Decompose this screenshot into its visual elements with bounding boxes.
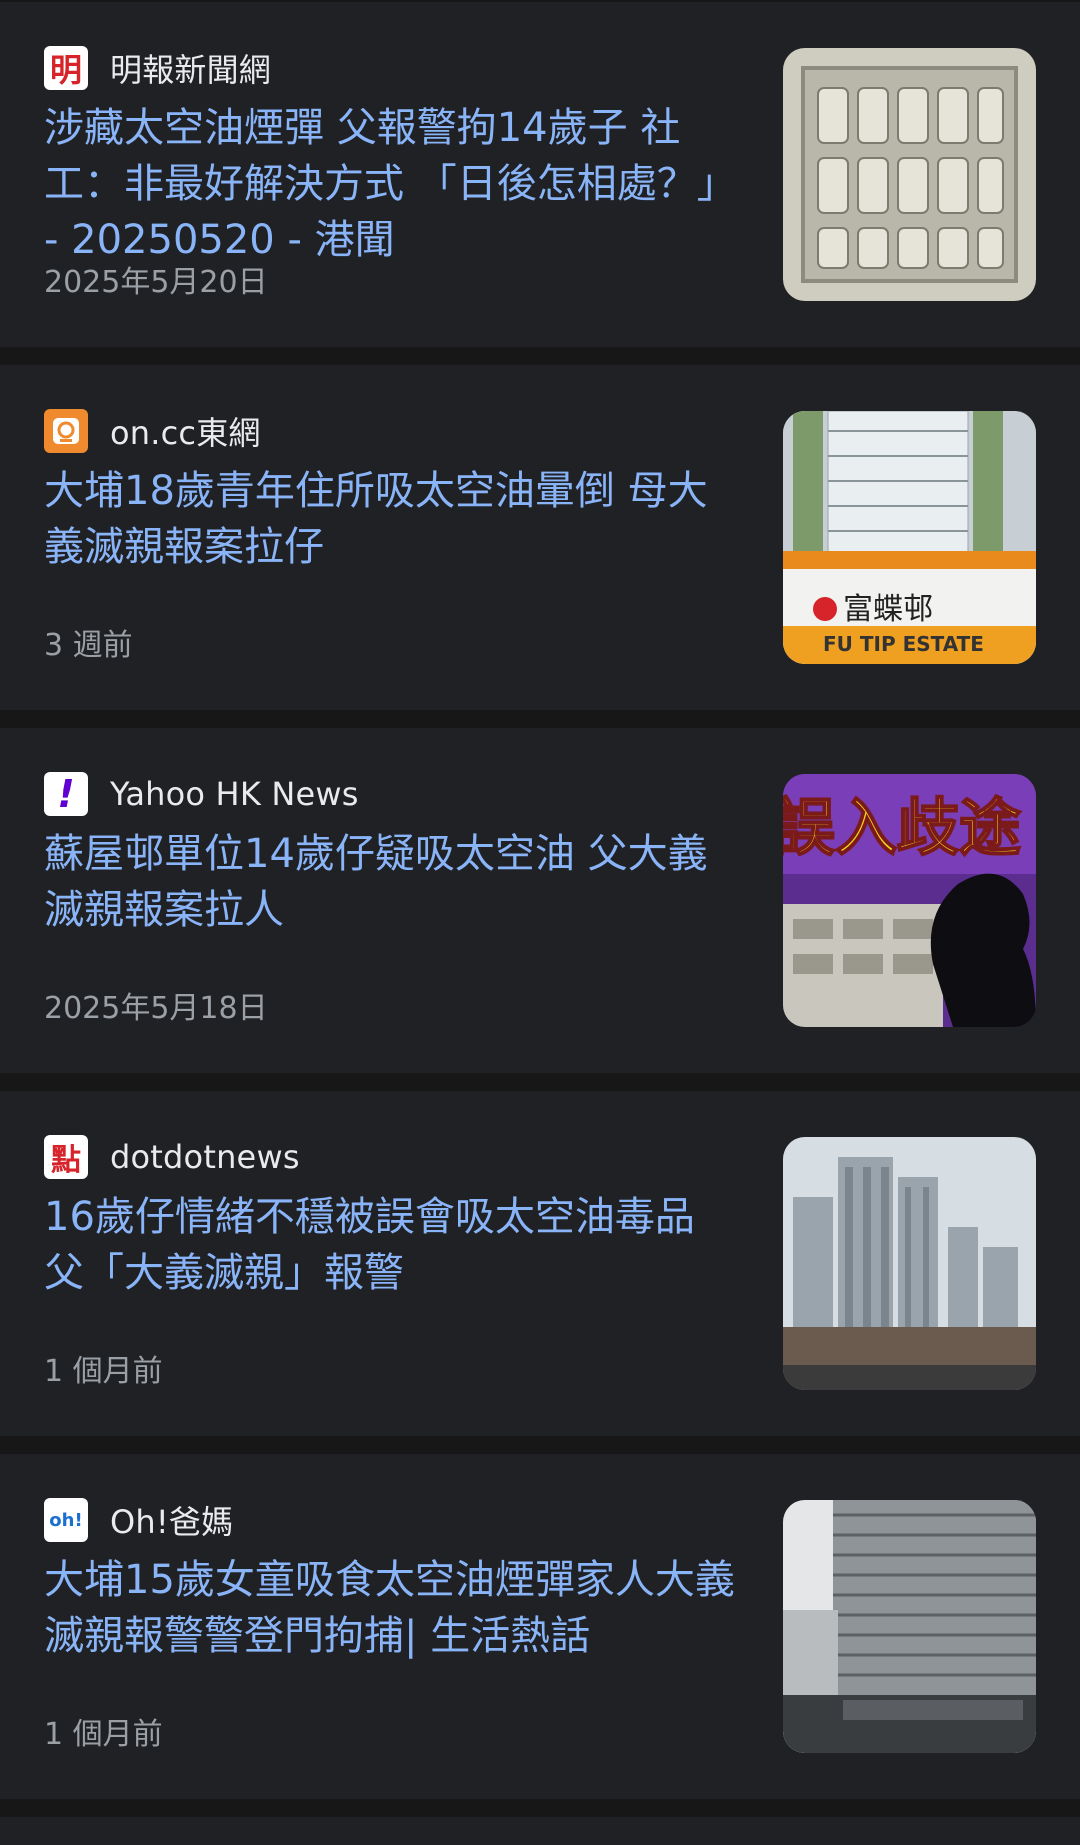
- divider: [0, 1073, 1080, 1091]
- graphic-headline: 誤入歧途: [783, 791, 1021, 864]
- thumbnail-image: [783, 1137, 1036, 1390]
- card-text: 明 明報新聞網 涉藏太空油煙彈 父報警拘14歲子 社工：非最好解決方式 「日後怎…: [44, 46, 744, 268]
- source-row: on.cc東網: [44, 409, 744, 453]
- yahoo-logo-icon: !: [44, 772, 88, 816]
- news-card[interactable]: oh! Oh!爸媽 大埔15歲女童吸食太空油煙彈家人大義滅親報警警登門拘捕| 生…: [0, 1454, 1080, 1799]
- thumbnail-image: [783, 1500, 1036, 1753]
- headline-link[interactable]: 涉藏太空油煙彈 父報警拘14歲子 社工：非最好解決方式 「日後怎相處？」 - 2…: [44, 100, 744, 268]
- timestamp: 2025年5月18日: [44, 991, 268, 1026]
- thumbnail-image: [783, 48, 1036, 301]
- sign-chinese: 富蝶邨: [843, 592, 933, 627]
- source-name: on.cc東網: [110, 414, 261, 452]
- oncc-logo-mark: [53, 418, 79, 444]
- card-text: oh! Oh!爸媽 大埔15歲女童吸食太空油煙彈家人大義滅親報警警登門拘捕| 生…: [44, 1498, 744, 1664]
- ohpama-logo-icon: oh!: [44, 1498, 88, 1542]
- divider: [0, 1436, 1080, 1454]
- headline-link[interactable]: 大埔18歲青年住所吸太空油暈倒 母大義滅親報案拉仔: [44, 463, 744, 575]
- source-row: oh! Oh!爸媽: [44, 1498, 744, 1542]
- source-name: 明報新聞網: [110, 51, 272, 89]
- card-text: 點 dotdotnews 16歲仔情緒不穩被誤會吸太空油毒品 父「大義滅親」報警: [44, 1135, 744, 1301]
- residential-towers-photo[interactable]: [783, 1137, 1036, 1390]
- headline-link[interactable]: 大埔15歲女童吸食太空油煙彈家人大義滅親報警警登門拘捕| 生活熱話: [44, 1552, 744, 1664]
- thumbnail-image: 富蝶邨 FU TIP ESTATE: [783, 411, 1036, 664]
- timestamp: 1 個月前: [44, 1354, 163, 1389]
- news-graphic-photo[interactable]: 誤入歧途: [783, 774, 1036, 1027]
- source-row: ! Yahoo HK News: [44, 772, 744, 816]
- logo-glyph: 點: [51, 1143, 81, 1178]
- card-text: on.cc東網 大埔18歲青年住所吸太空油暈倒 母大義滅親報案拉仔: [44, 409, 744, 575]
- source-name: Yahoo HK News: [110, 775, 359, 813]
- source-name: dotdotnews: [110, 1138, 300, 1176]
- news-card[interactable]: 點 dotdotnews 16歲仔情緒不穩被誤會吸太空油毒品 父「大義滅親」報警…: [0, 1091, 1080, 1436]
- logo-glyph: oh!: [49, 1509, 83, 1531]
- logo-glyph: 明: [49, 51, 82, 89]
- thumbnail-image: 誤入歧途: [783, 774, 1036, 1027]
- news-card[interactable]: on.cc東網 大埔18歲青年住所吸太空油暈倒 母大義滅親報案拉仔 3 週前 富…: [0, 365, 1080, 710]
- logo-glyph: !: [57, 772, 75, 816]
- seized-vape-cartridges-photo[interactable]: [783, 48, 1036, 301]
- news-card[interactable]: 明 明報新聞網 涉藏太空油煙彈 父報警拘14歲子 社工：非最好解決方式 「日後怎…: [0, 2, 1080, 347]
- timestamp: 3 週前: [44, 628, 133, 663]
- timestamp: 1 個月前: [44, 1717, 163, 1752]
- news-feed: 明 明報新聞網 涉藏太空油煙彈 父報警拘14歲子 社工：非最好解決方式 「日後怎…: [0, 0, 1080, 1817]
- source-row: 明 明報新聞網: [44, 46, 744, 90]
- news-card[interactable]: ! Yahoo HK News 蘇屋邨單位14歲仔疑吸太空油 父大義滅親報案拉人…: [0, 728, 1080, 1073]
- oncc-logo-icon: [44, 409, 88, 453]
- headline-link[interactable]: 16歲仔情緒不穩被誤會吸太空油毒品 父「大義滅親」報警: [44, 1189, 744, 1301]
- ming-pao-logo-icon: 明: [44, 46, 88, 90]
- timestamp: 2025年5月20日: [44, 265, 268, 300]
- divider: [0, 1799, 1080, 1817]
- divider: [0, 710, 1080, 728]
- headline-link[interactable]: 蘇屋邨單位14歲仔疑吸太空油 父大義滅親報案拉人: [44, 826, 744, 938]
- sign-english: FU TIP ESTATE: [823, 632, 984, 656]
- divider: [0, 347, 1080, 365]
- police-building-photo[interactable]: [783, 1500, 1036, 1753]
- fu-tip-estate-photo[interactable]: 富蝶邨 FU TIP ESTATE: [783, 411, 1036, 664]
- source-name: Oh!爸媽: [110, 1503, 234, 1541]
- card-text: ! Yahoo HK News 蘇屋邨單位14歲仔疑吸太空油 父大義滅親報案拉人: [44, 772, 744, 938]
- source-row: 點 dotdotnews: [44, 1135, 744, 1179]
- dotdotnews-logo-icon: 點: [44, 1135, 88, 1179]
